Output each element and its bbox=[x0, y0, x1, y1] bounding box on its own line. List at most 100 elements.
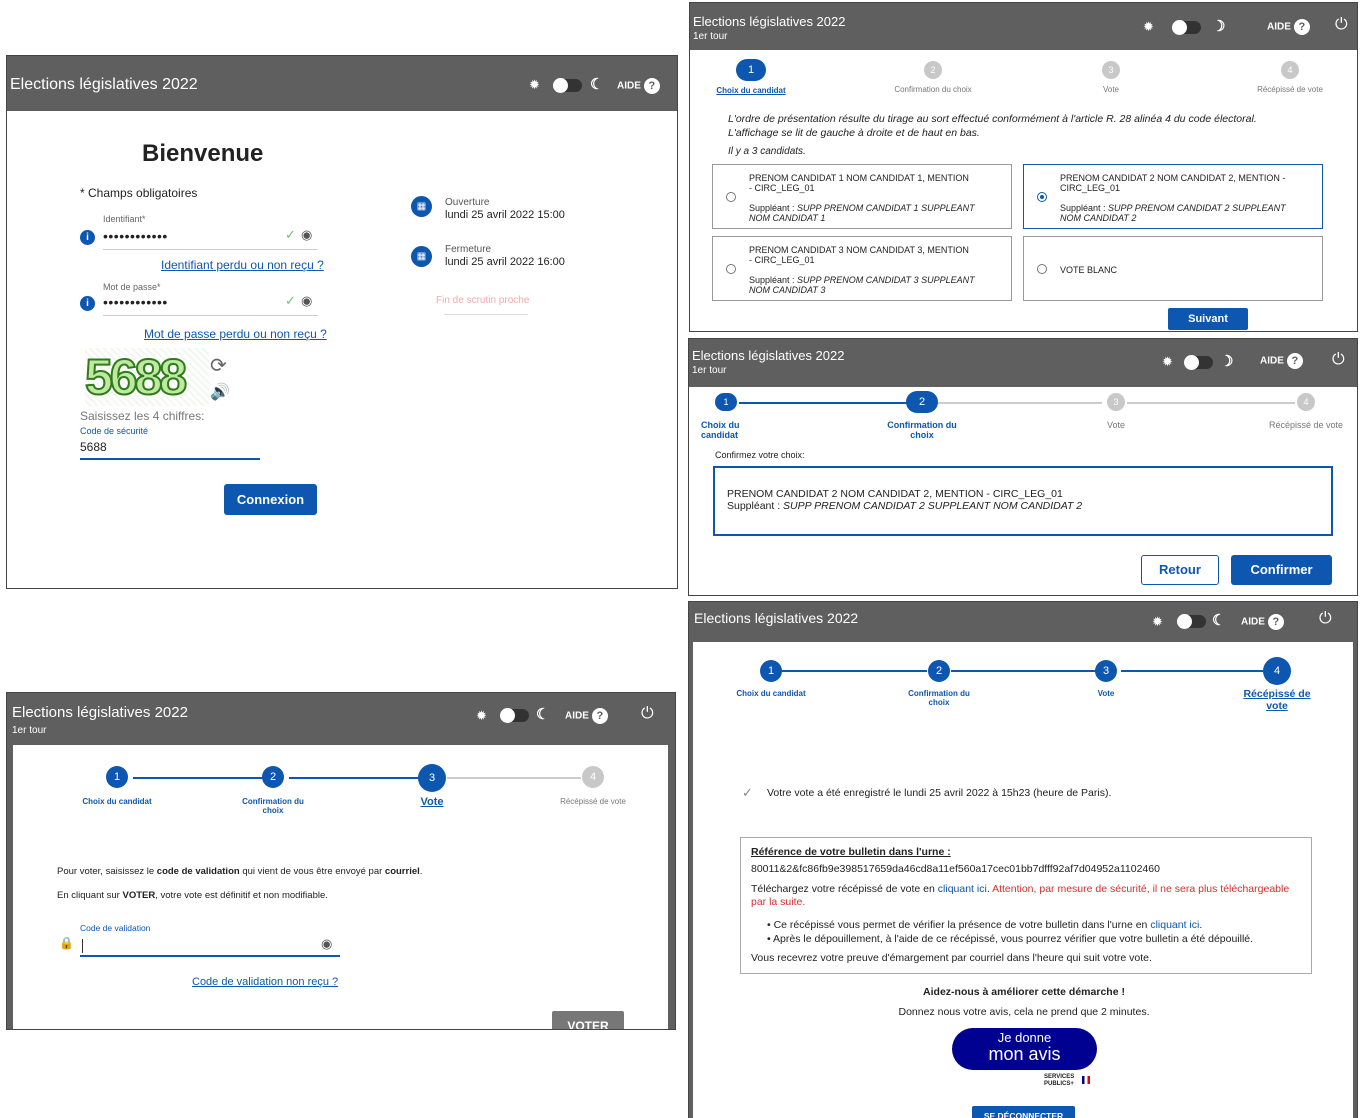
text: . bbox=[1199, 919, 1203, 931]
candidate-1-option[interactable]: PRENOM CANDIDAT 1 NOM CANDIDAT 1, MENTIO… bbox=[712, 164, 1012, 229]
power-icon[interactable]: ⏻ bbox=[1332, 352, 1345, 368]
logout-button[interactable]: SE DÉCONNECTER bbox=[972, 1106, 1075, 1118]
code-lost-link[interactable]: Code de validation non reçu ? bbox=[192, 976, 338, 988]
step-2-dot: 2 bbox=[262, 766, 284, 788]
feedback-title: Aidez-nous à améliorer cette démarche ! bbox=[923, 986, 1125, 998]
power-icon[interactable]: ⏻ bbox=[641, 706, 654, 722]
scroll-gutter bbox=[1353, 642, 1357, 1118]
brand-text: SERVICES PUBLICS+ bbox=[1044, 1074, 1075, 1087]
step-2-label: Confirmation du choix bbox=[887, 420, 957, 441]
candidate-3-radio[interactable] bbox=[726, 264, 736, 274]
step-2-dot: 2 bbox=[906, 391, 938, 413]
candidate-1-radio[interactable] bbox=[726, 192, 736, 202]
identifiant-lost-link[interactable]: Identifiant perdu ou non reçu ? bbox=[161, 258, 324, 272]
app-title: Elections législatives 2022 bbox=[10, 76, 198, 93]
next-button[interactable]: Suivant bbox=[1168, 308, 1248, 330]
theme-toggle[interactable] bbox=[1177, 614, 1206, 629]
proof-message: Vous recevrez votre preuve d'émargement … bbox=[751, 952, 1152, 964]
help-button[interactable]: AIDE? bbox=[565, 708, 608, 724]
candidate-3-option[interactable]: PRENOM CANDIDAT 3 NOM CANDIDAT 3, MENTIO… bbox=[712, 236, 1012, 301]
step-1-label: Choix du candidat bbox=[82, 797, 152, 806]
step-3-label: Vote bbox=[420, 796, 444, 808]
moon-icon: ☾ bbox=[1212, 612, 1226, 629]
calendar-icon: ▦ bbox=[411, 196, 432, 217]
scroll-gutter bbox=[668, 745, 675, 1029]
step-2: 2 Confirmation du choix bbox=[888, 61, 978, 94]
step-3: 3 Vote bbox=[1081, 660, 1131, 698]
step-3: 3 Vote bbox=[407, 764, 457, 809]
step-3-dot: 3 bbox=[418, 764, 446, 792]
candidate-count: Il y a 3 candidats. bbox=[728, 146, 806, 157]
app-title: Elections législatives 2022 bbox=[12, 704, 188, 721]
theme-toggle[interactable] bbox=[1172, 20, 1201, 35]
audio-icon[interactable]: 🔊 bbox=[210, 382, 230, 402]
download-link[interactable]: cliquant ici bbox=[938, 883, 987, 895]
validation-code-input[interactable] bbox=[80, 936, 340, 957]
bullet-count: • Après le dépouillement, à l'aide de ce… bbox=[767, 933, 1254, 945]
step-4: 4 Récépissé de vote bbox=[1267, 393, 1345, 430]
step-2-dot: 2 bbox=[924, 61, 942, 79]
captcha-image: 5688 bbox=[84, 348, 209, 406]
password-lost-link[interactable]: Mot de passe perdu ou non reçu ? bbox=[144, 327, 327, 341]
receipt-panel: Elections législatives 2022 ✹ ☾ AIDE? ⏻ … bbox=[688, 601, 1358, 1118]
info-icon: i bbox=[80, 230, 95, 245]
refresh-icon[interactable]: ⟳ bbox=[210, 353, 227, 378]
captcha-input[interactable]: 5688 bbox=[80, 440, 260, 460]
verify-link[interactable]: cliquant ici bbox=[1150, 919, 1199, 931]
step-1-label: Choix du candidat bbox=[701, 420, 740, 441]
feedback-subtitle: Donnez nous votre avis, cela ne prend qu… bbox=[898, 1006, 1150, 1018]
choice-panel: Elections législatives 2022 1er tour ✹ ☽… bbox=[689, 2, 1358, 332]
check-icon: ✓ bbox=[285, 227, 296, 242]
draw-order-note: L'ordre de présentation résulte du tirag… bbox=[728, 113, 1257, 139]
info-icon: i bbox=[80, 296, 95, 311]
moon-icon: ☽ bbox=[1212, 18, 1226, 35]
supp-prefix: Suppléant : bbox=[749, 275, 798, 285]
help-icon: ? bbox=[1286, 353, 1303, 369]
help-label: AIDE bbox=[1241, 616, 1265, 628]
step-4-label: Récépissé de vote bbox=[1268, 420, 1344, 430]
step-3: 3 Vote bbox=[1091, 393, 1141, 430]
help-button[interactable]: AIDE? bbox=[1267, 19, 1310, 35]
power-icon[interactable]: ⏻ bbox=[1335, 17, 1348, 33]
text-bold: code de validation bbox=[156, 866, 240, 877]
step-4-label: Récépissé de vote bbox=[1257, 85, 1323, 94]
confirm-button[interactable]: Confirmer bbox=[1231, 555, 1332, 585]
app-header: Elections législatives 2022 ✹ ☾ AIDE? bbox=[7, 56, 677, 111]
check-icon: ✓ bbox=[285, 293, 296, 308]
theme-toggle[interactable] bbox=[1184, 355, 1213, 370]
help-button[interactable]: AIDE? bbox=[617, 78, 660, 94]
text: Téléchargez votre récépissé de vote en bbox=[751, 883, 938, 895]
step-4-dot: 4 bbox=[1263, 657, 1291, 685]
text-bold: VOTER bbox=[122, 890, 156, 901]
back-button[interactable]: Retour bbox=[1141, 555, 1219, 585]
power-icon[interactable]: ⏻ bbox=[1319, 611, 1332, 627]
eye-icon[interactable]: ◉ bbox=[321, 936, 332, 952]
eye-icon[interactable]: ◉ bbox=[301, 293, 312, 309]
help-label: AIDE bbox=[565, 710, 589, 722]
app-header: Elections législatives 2022 1er tour ✹ ☾… bbox=[7, 693, 675, 745]
blank-vote-radio[interactable] bbox=[1037, 264, 1047, 274]
round-label: 1er tour bbox=[692, 365, 727, 376]
text-bold: courriel bbox=[384, 866, 420, 877]
candidate-2-radio[interactable] bbox=[1037, 192, 1047, 202]
help-icon: ? bbox=[591, 708, 608, 724]
candidate-2-option[interactable]: PRENOM CANDIDAT 2 NOM CANDIDAT 2, MENTIO… bbox=[1023, 164, 1323, 229]
identifiant-label: Identifiant* bbox=[103, 214, 146, 224]
theme-toggle[interactable] bbox=[553, 78, 582, 93]
text: Pour voter, saisissez le bbox=[57, 866, 157, 877]
voter-button[interactable]: VOTER bbox=[552, 1011, 624, 1029]
step-2-label: Confirmation du choix bbox=[908, 689, 970, 708]
calendar-icon: ▦ bbox=[411, 246, 432, 267]
help-button[interactable]: AIDE? bbox=[1260, 353, 1303, 369]
help-button[interactable]: AIDE? bbox=[1241, 614, 1284, 630]
step-3-label: Vote bbox=[1097, 689, 1115, 698]
closing-label: Fermeture bbox=[445, 244, 492, 255]
avis-button[interactable]: Je donne mon avis bbox=[952, 1028, 1097, 1070]
blank-vote-option[interactable]: VOTE BLANC bbox=[1023, 236, 1323, 301]
connexion-button[interactable]: Connexion bbox=[224, 484, 317, 515]
eye-icon[interactable]: ◉ bbox=[301, 227, 312, 243]
scroll-gutter bbox=[689, 642, 693, 1118]
moon-icon: ☾ bbox=[590, 76, 604, 93]
step-4-dot: 4 bbox=[582, 766, 604, 788]
theme-toggle[interactable] bbox=[500, 708, 529, 723]
